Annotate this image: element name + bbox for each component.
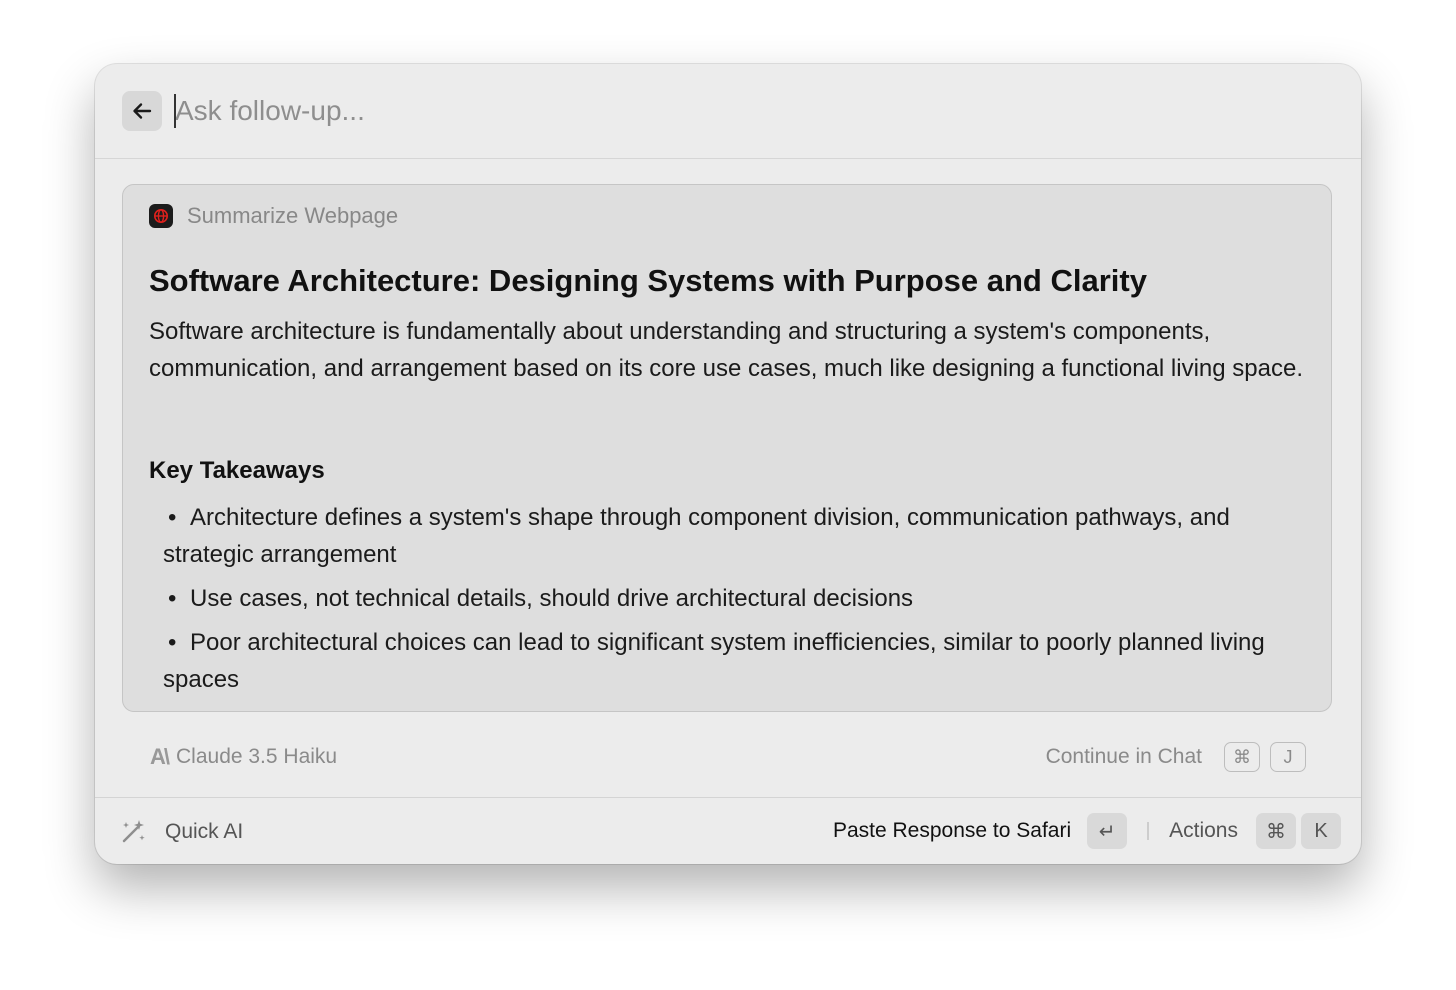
summary-text: Software architecture is fundamentally a… xyxy=(149,318,1303,382)
takeaways-heading: Key Takeaways xyxy=(149,457,325,484)
back-button[interactable] xyxy=(122,91,162,131)
takeaways-list: • Architecture defines a system's shape t… xyxy=(163,499,1313,705)
article-title: Software Architecture: Designing Systems… xyxy=(149,263,1147,298)
anthropic-icon: A\ xyxy=(150,744,170,769)
continue-label: Continue in Chat xyxy=(1045,745,1202,768)
arrow-left-icon xyxy=(133,103,152,119)
model-row: A\ Claude 3.5 Haiku Continue in Chat ⌘ J xyxy=(95,736,1361,780)
bullet-icon: • xyxy=(168,504,177,531)
k-key[interactable]: K xyxy=(1301,813,1341,849)
globe-icon xyxy=(149,204,173,228)
model-selector[interactable]: A\ Claude 3.5 Haiku xyxy=(150,744,337,770)
search-bar xyxy=(95,64,1361,159)
quick-ai: Quick AI xyxy=(117,816,243,848)
bullet-icon: • xyxy=(168,585,177,612)
actions-button[interactable]: Actions xyxy=(1169,819,1238,843)
enter-key[interactable]: ↵ xyxy=(1087,813,1128,849)
quick-ai-label: Quick AI xyxy=(165,820,244,843)
command-header: Summarize Webpage xyxy=(149,203,398,229)
follow-up-input[interactable] xyxy=(175,90,1275,132)
actions-area: Paste Response to Safari ↵ Actions ⌘ K xyxy=(833,813,1341,849)
command-title: Summarize Webpage xyxy=(187,203,399,228)
sparkle-icon xyxy=(117,816,149,848)
j-key: J xyxy=(1270,742,1306,772)
bottom-bar: Quick AI Paste Response to Safari ↵ Acti… xyxy=(95,797,1361,864)
continue-in-chat-button[interactable]: Continue in Chat ⌘ J xyxy=(1046,742,1306,772)
list-item: • Poor architectural choices can lead to … xyxy=(163,624,1313,698)
model-name: Claude 3.5 Haiku xyxy=(176,745,338,768)
list-item: • Use cases, not technical details, shoul… xyxy=(163,580,1313,617)
response-card: Summarize Webpage Software Architecture:… xyxy=(122,184,1332,712)
command-key[interactable]: ⌘ xyxy=(1256,813,1296,849)
quick-ai-window: Summarize Webpage Software Architecture:… xyxy=(95,64,1361,864)
bullet-icon: • xyxy=(168,629,177,656)
text-caret xyxy=(174,94,176,128)
command-key: ⌘ xyxy=(1224,742,1260,772)
paste-response-button[interactable]: Paste Response to Safari xyxy=(833,819,1071,843)
list-item: • Architecture defines a system's shape t… xyxy=(163,499,1313,573)
divider xyxy=(1147,822,1150,840)
